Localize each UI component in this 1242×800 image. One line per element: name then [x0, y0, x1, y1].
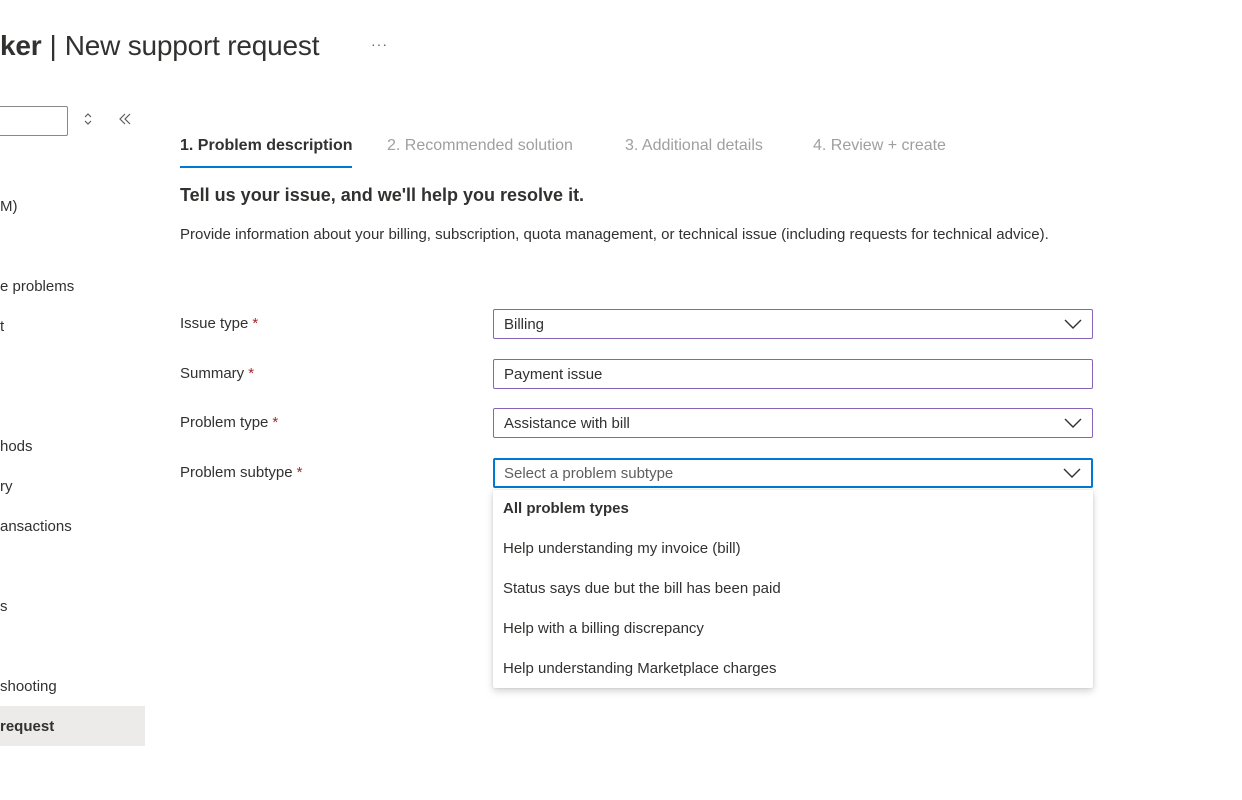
problem-type-value: Assistance with bill	[504, 414, 630, 432]
option-item[interactable]: Help with a billing discrepancy	[503, 620, 704, 637]
issue-type-dropdown[interactable]: Billing	[493, 309, 1093, 339]
sidebar-item-label: request	[0, 717, 55, 735]
sidebar-item[interactable]: t	[0, 306, 145, 346]
sidebar-item[interactable]: ansactions	[0, 506, 145, 546]
collapse-sidebar-icon[interactable]	[116, 110, 134, 130]
chevron-down-icon	[1064, 418, 1082, 428]
sidebar-item-label: M)	[0, 197, 18, 215]
required-marker: *	[252, 315, 259, 332]
more-options-button[interactable]: ···	[371, 36, 388, 52]
page-title: ker | New support request	[0, 26, 319, 66]
required-marker: *	[272, 414, 279, 431]
required-marker: *	[248, 365, 255, 382]
chevron-down-icon	[1063, 468, 1081, 478]
form-heading: Tell us your issue, and we'll help you r…	[180, 185, 585, 205]
sidebar-item[interactable]: ry	[0, 466, 145, 506]
option-item[interactable]: Help understanding Marketplace charges	[503, 660, 777, 677]
sidebar-item-label: shooting	[0, 677, 57, 695]
option-item[interactable]: Status says due but the bill has been pa…	[503, 580, 781, 597]
summary-label-text: Summary	[180, 365, 245, 382]
sidebar-search-input[interactable]	[0, 106, 68, 136]
problem-subtype-placeholder: Select a problem subtype	[504, 464, 674, 482]
sidebar-item[interactable]: M)	[0, 186, 145, 226]
problem-subtype-listbox: All problem types Help understanding my …	[493, 490, 1093, 688]
problem-subtype-label: Problem subtype *	[180, 464, 302, 481]
option-item[interactable]: Help understanding my invoice (bill)	[503, 540, 741, 557]
tab-additional-details[interactable]: 3. Additional details	[625, 134, 763, 168]
sidebar-item-label: e problems	[0, 277, 75, 295]
form-description: Provide information about your billing, …	[180, 226, 1049, 243]
problem-type-dropdown[interactable]: Assistance with bill	[493, 408, 1093, 438]
sort-icon[interactable]	[80, 111, 96, 131]
page-title-text: New support request	[64, 30, 320, 61]
sort-chevrons-icon	[84, 113, 92, 125]
required-marker: *	[296, 464, 303, 481]
chevron-down-icon	[1064, 319, 1082, 329]
tab-review-create[interactable]: 4. Review + create	[813, 134, 946, 168]
sidebar-item-label: s	[0, 597, 8, 615]
problem-subtype-dropdown[interactable]: Select a problem subtype	[493, 458, 1093, 488]
sidebar-item-label: ansactions	[0, 517, 72, 535]
summary-label: Summary *	[180, 365, 254, 382]
sidebar-item[interactable]: e problems	[0, 266, 145, 306]
problem-type-label-text: Problem type	[180, 414, 269, 431]
sidebar-item[interactable]: hods	[0, 426, 145, 466]
page-title-resource: ker	[0, 30, 42, 61]
double-chevron-left-icon	[119, 113, 131, 125]
sidebar-item-new-support-request[interactable]: request	[0, 706, 145, 746]
sidebar-item[interactable]: s	[0, 586, 145, 626]
tab-problem-description[interactable]: 1. Problem description	[180, 134, 353, 168]
tab-recommended-solution[interactable]: 2. Recommended solution	[387, 134, 573, 168]
summary-input[interactable]: Payment issue	[493, 359, 1093, 389]
sidebar-item-label: t	[0, 317, 5, 335]
sidebar-item-label: hods	[0, 437, 33, 455]
issue-type-label: Issue type *	[180, 315, 258, 332]
summary-value: Payment issue	[504, 365, 603, 383]
sidebar-item-label: ry	[0, 477, 13, 495]
problem-subtype-label-text: Problem subtype	[180, 464, 293, 481]
issue-type-label-text: Issue type	[180, 315, 249, 332]
issue-type-value: Billing	[504, 315, 545, 333]
sidebar-item[interactable]: shooting	[0, 666, 145, 706]
problem-type-label: Problem type *	[180, 414, 278, 431]
option-group-header: All problem types	[503, 500, 629, 517]
page-title-separator: |	[49, 30, 57, 61]
